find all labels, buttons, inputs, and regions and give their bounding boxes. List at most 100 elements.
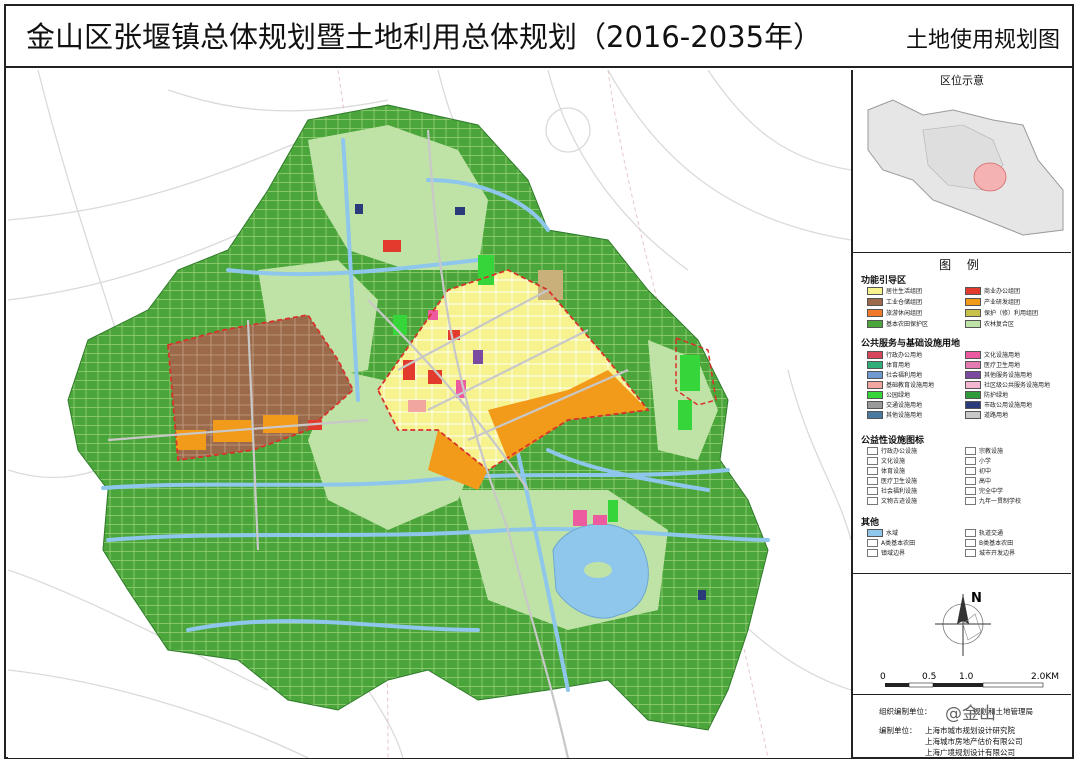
legend-label: 完全中学 [979, 488, 1004, 495]
scale-bar [885, 682, 1044, 688]
legend-swatch [867, 400, 883, 409]
legend-item: 医疗卫生设施 [867, 476, 917, 485]
legend-item: 文物古迹设施 [867, 496, 917, 505]
legend-label: 产业研发组团 [984, 299, 1021, 306]
watermark: @金山 [945, 704, 996, 724]
legend-item: 基本农田保护区 [867, 319, 928, 328]
lake-island [584, 562, 612, 578]
legend-swatch [965, 400, 981, 409]
scale-label-2km: 2.0KM [1031, 672, 1059, 682]
legend-symbol-icon [867, 466, 878, 475]
scale-label-0: 0 [880, 672, 886, 682]
legend-label: 九年一贯制学校 [979, 498, 1022, 505]
side-panel: 区位示意 图 例 功能引导区 居住生活组团 商业办公组团工业仓储组团 产业研发组团旅游… [853, 70, 1071, 758]
legend-swatch [867, 319, 883, 328]
location-highlight [973, 162, 1007, 192]
legend-item: 公园绿地 [867, 390, 910, 399]
legend-label: 体育设施 [881, 468, 906, 475]
credits-panel: 组织编制单位： 规划和土地管理局 @金山 编制单位： 上海市城市规划设计研究院 … [853, 696, 1071, 758]
legend-item: 行政办公设施 [867, 446, 917, 455]
legend-label: 工业仓储组团 [886, 299, 923, 306]
legend-item: 轨道交通 [965, 528, 1003, 537]
scale-label-05: 0.5 [922, 672, 936, 682]
legend-swatch [867, 380, 883, 389]
legend-swatch [965, 319, 981, 328]
location-panel: 区位示意 [853, 70, 1071, 253]
legend-item: 小学 [965, 456, 991, 465]
legend-label: 宗教设施 [979, 448, 1004, 455]
legend-label: 公园绿地 [886, 392, 911, 399]
legend-symbol-icon [965, 486, 976, 495]
legend-swatch [965, 380, 981, 389]
legend-item: 高中 [965, 476, 991, 485]
legend-label: 基本农田保护区 [886, 321, 929, 328]
legend-symbol-icon [965, 528, 976, 537]
legend-label: 社区级公共服务设施用地 [984, 382, 1051, 389]
legend-label: 社会福利设施 [881, 488, 918, 495]
legend-item: B类基本农田 [965, 538, 1013, 547]
legend-item: 社会福利设施 [867, 486, 917, 495]
legend-item: 商业办公组团 [965, 286, 1020, 295]
legend-symbol-icon [867, 456, 878, 465]
legend-symbol-icon [965, 456, 976, 465]
legend-item: A类基本农田 [867, 538, 915, 547]
legend-swatch [965, 308, 981, 317]
legend-swatch [965, 350, 981, 359]
legend-item: 社会福利用地 [867, 370, 922, 379]
legend-item: 九年一贯制学校 [965, 496, 1021, 505]
legend-item: 其他设施用地 [867, 410, 922, 419]
legend-item: 水域 [867, 528, 898, 537]
legend-symbol-icon [867, 496, 878, 505]
legend-section-title: 功能引导区 [861, 276, 907, 286]
legend-label: 镇域边界 [881, 550, 906, 557]
legend-label: 医疗卫生用地 [984, 362, 1021, 369]
legend-item: 宗教设施 [965, 446, 1003, 455]
legend-label: 高中 [979, 478, 992, 485]
legend-label: 轨道交通 [979, 530, 1004, 537]
legend-symbol-icon [965, 446, 976, 455]
legend-label: 文化设施 [881, 458, 906, 465]
legend-symbol-icon [867, 486, 878, 495]
legend-label: 文化设施用地 [984, 352, 1021, 359]
legend-swatch [867, 370, 883, 379]
legend-item: 医疗卫生用地 [965, 360, 1020, 369]
legend-swatch [867, 297, 883, 306]
legend-label: 文物古迹设施 [881, 498, 918, 505]
north-arrow [935, 594, 991, 656]
legend-label: 基础教育设施用地 [886, 382, 935, 389]
legend-label: 医疗卫生设施 [881, 478, 918, 485]
location-title: 区位示意 [940, 74, 984, 87]
scale-label-1: 1.0 [959, 672, 974, 682]
legend-swatch [867, 390, 883, 399]
legend-swatch [867, 528, 883, 537]
legend-label: 城市开发边界 [979, 550, 1016, 557]
org-label: 组织编制单位： [879, 707, 932, 716]
legend-section-title: 公益性设施图标 [861, 436, 925, 446]
legend-symbol-icon [965, 538, 976, 547]
legend-item: 初中 [965, 466, 991, 475]
legend-label: 交通设施用地 [886, 402, 923, 409]
compass-graphic: N 0 0.5 1.0 2.0KM [880, 591, 1059, 688]
legend-item: 居住生活组团 [867, 286, 922, 295]
compass-panel: N 0 0.5 1.0 2.0KM [853, 574, 1071, 695]
legend-swatch [867, 360, 883, 369]
legend-swatch [965, 360, 981, 369]
map-canvas [8, 70, 851, 758]
legend-item: 农林复合区 [965, 319, 1014, 328]
legend-label: 行政办公设施 [881, 448, 918, 455]
legend-label: 商业办公组团 [984, 288, 1021, 295]
legend-title: 图 例 [939, 258, 985, 272]
legend-item: 道路用地 [965, 410, 1008, 419]
legend-label: 社会福利用地 [886, 372, 923, 379]
legend-item: 防护绿地 [965, 390, 1008, 399]
land-use-map [8, 70, 853, 758]
legend-label: 小学 [979, 458, 992, 465]
legend-symbol-icon [965, 496, 976, 505]
legend-item: 其他服务设施用地 [965, 370, 1032, 379]
legend-item: 社区级公共服务设施用地 [965, 380, 1050, 389]
legend-label: 市政公用设施用地 [984, 402, 1033, 409]
legend-label: 旅游休闲组团 [886, 310, 923, 317]
legend-item: 城市开发边界 [965, 548, 1015, 557]
legend-label: 体育用地 [886, 362, 911, 369]
legend-symbol-icon [867, 548, 878, 557]
